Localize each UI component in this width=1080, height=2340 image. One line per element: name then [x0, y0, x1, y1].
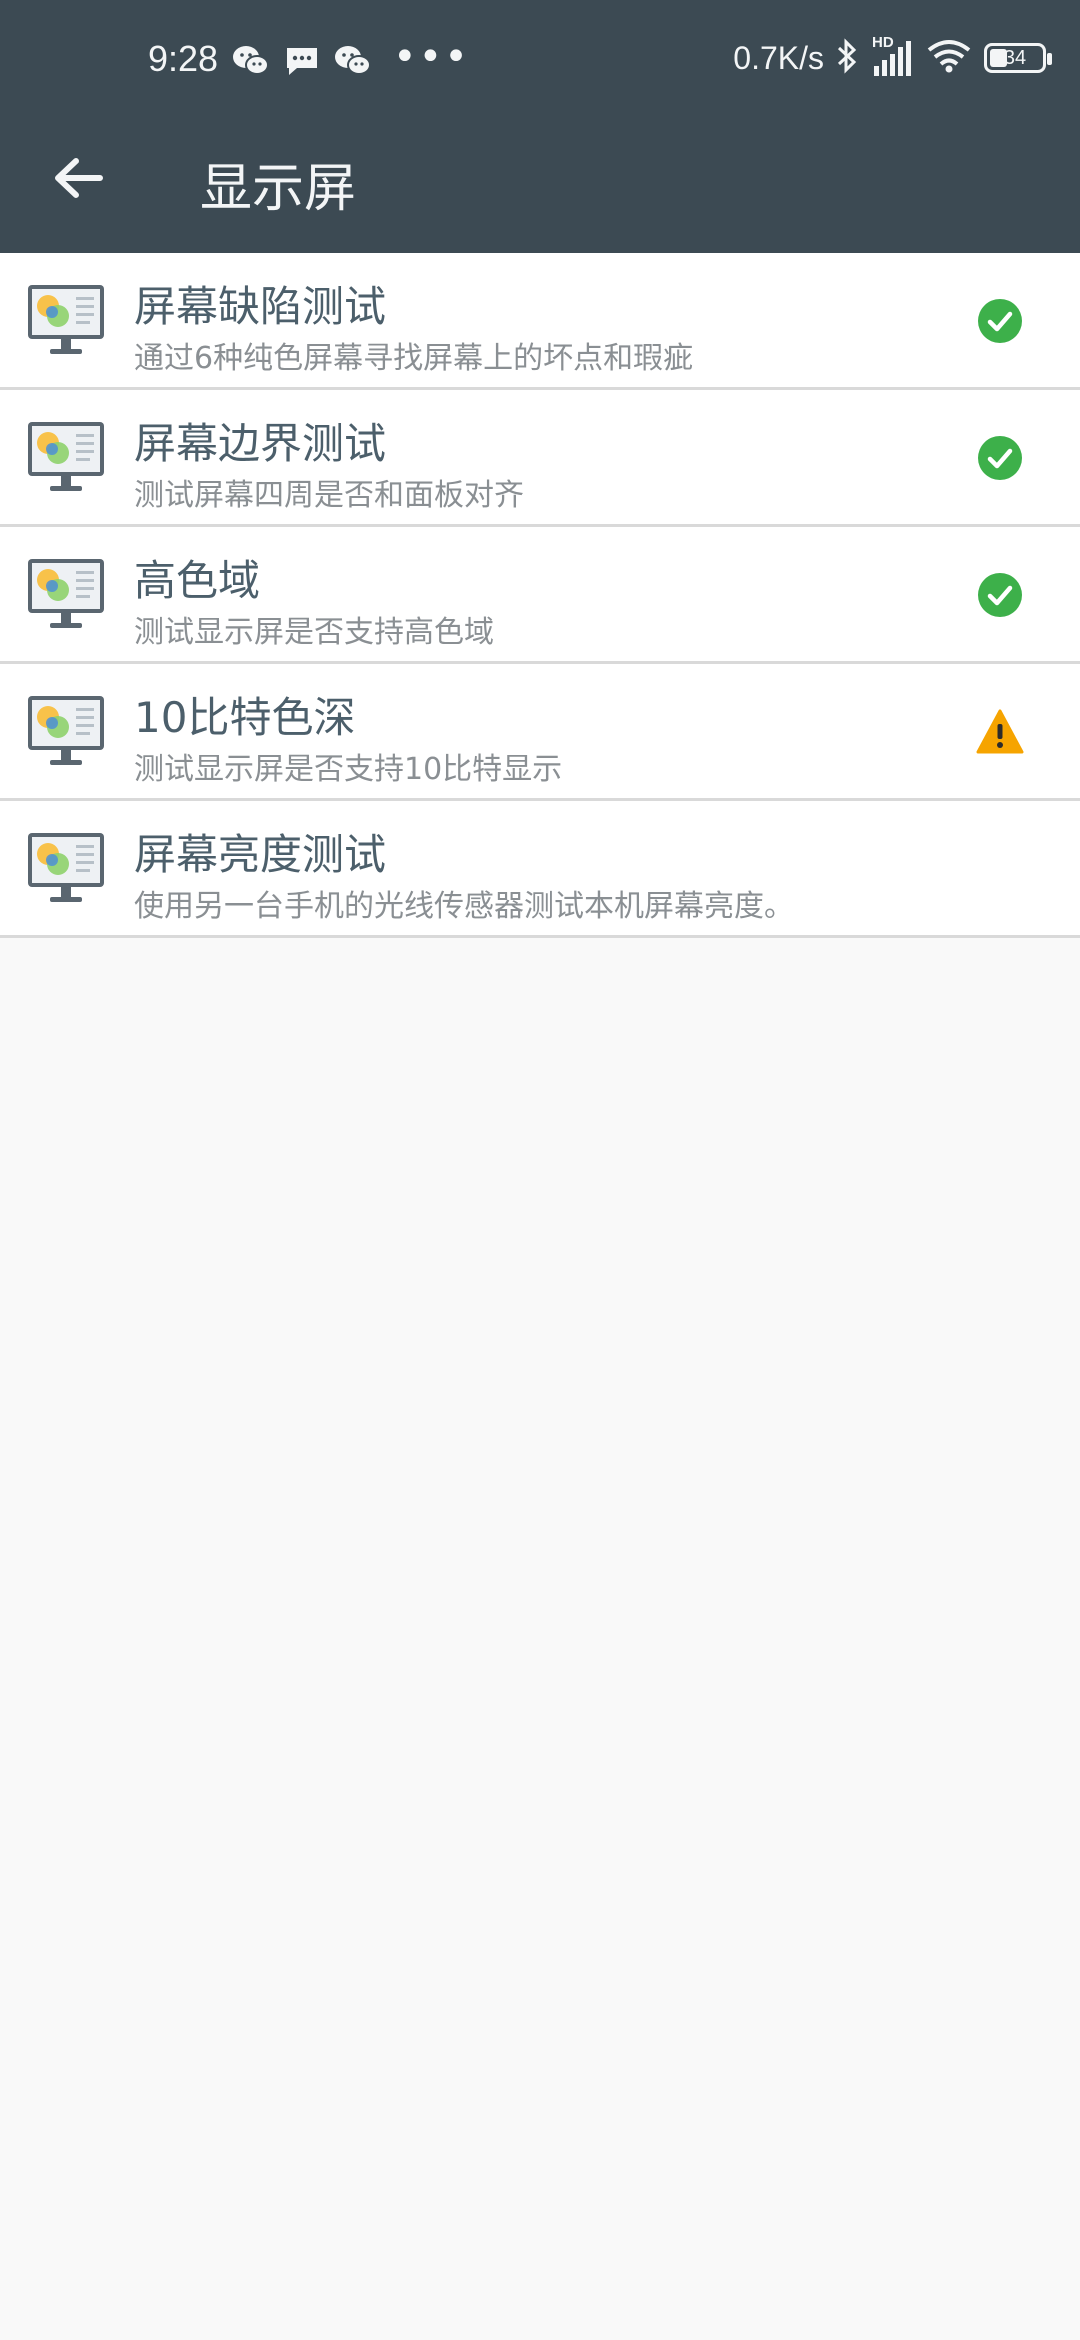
- wechat-icon: [232, 44, 270, 82]
- status-bar: 9:28 ••• 0.7K/s HD 34: [0, 0, 1080, 130]
- battery-icon: 34: [984, 43, 1052, 73]
- wifi-icon: [926, 38, 972, 78]
- item-subtitle: 使用另一台手机的光线传感器测试本机屏幕亮度。: [134, 889, 794, 924]
- monitor-color-icon: [26, 281, 106, 359]
- cellular-signal-icon: HD: [870, 34, 914, 78]
- check-circle-icon: [976, 434, 1024, 482]
- item-title: 高色域: [134, 556, 261, 605]
- wechat-icon: [334, 44, 372, 82]
- check-circle-icon: [976, 297, 1024, 345]
- arrow-left-icon: [55, 158, 103, 198]
- monitor-color-icon: [26, 418, 106, 496]
- status-time: 9:28: [148, 38, 219, 79]
- item-subtitle: 通过6种纯色屏幕寻找屏幕上的坏点和瑕疵: [134, 341, 694, 376]
- item-subtitle: 测试显示屏是否支持高色域: [134, 615, 494, 650]
- list-item[interactable]: 屏幕缺陷测试 通过6种纯色屏幕寻找屏幕上的坏点和瑕疵: [0, 253, 1080, 390]
- warning-icon: [976, 708, 1024, 756]
- item-title: 屏幕缺陷测试: [134, 282, 387, 331]
- status-right: 0.7K/s HD 34: [733, 34, 1052, 78]
- item-subtitle: 测试显示屏是否支持10比特显示: [134, 752, 563, 787]
- monitor-color-icon: [26, 555, 106, 633]
- battery-level: 34: [1003, 47, 1027, 69]
- list-item[interactable]: 屏幕亮度测试 使用另一台手机的光线传感器测试本机屏幕亮度。: [0, 801, 1080, 938]
- item-title: 屏幕边界测试: [134, 419, 387, 468]
- message-icon: [284, 44, 320, 82]
- monitor-color-icon: [26, 692, 106, 770]
- app-bar: 9:28 ••• 0.7K/s HD 34 显示屏: [0, 0, 1080, 253]
- list-item[interactable]: 10比特色深 测试显示屏是否支持10比特显示: [0, 664, 1080, 801]
- list-item[interactable]: 高色域 测试显示屏是否支持高色域: [0, 527, 1080, 664]
- item-title: 屏幕亮度测试: [134, 830, 387, 879]
- item-subtitle: 测试屏幕四周是否和面板对齐: [134, 478, 524, 513]
- list-item[interactable]: 屏幕边界测试 测试屏幕四周是否和面板对齐: [0, 390, 1080, 527]
- test-list: 屏幕缺陷测试 通过6种纯色屏幕寻找屏幕上的坏点和瑕疵 屏幕边界测试 测试屏幕四周…: [0, 253, 1080, 938]
- bluetooth-icon: [836, 38, 858, 78]
- notification-icons: [232, 44, 372, 82]
- item-title: 10比特色深: [134, 693, 356, 742]
- page-title: 显示屏: [200, 159, 357, 219]
- net-speed: 0.7K/s: [733, 39, 824, 76]
- check-circle-icon: [976, 571, 1024, 619]
- back-button[interactable]: [40, 140, 116, 216]
- more-notifications-icon: •••: [393, 34, 470, 80]
- monitor-color-icon: [26, 829, 106, 907]
